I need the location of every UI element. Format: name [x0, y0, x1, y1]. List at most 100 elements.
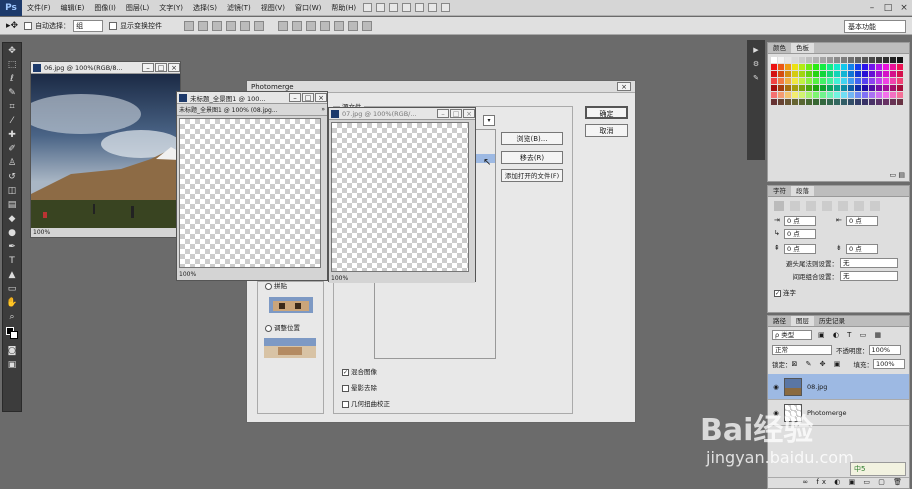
color-swatch[interactable] — [841, 92, 847, 98]
color-swatch[interactable] — [869, 78, 875, 84]
tab-color[interactable]: 颜色 — [768, 43, 791, 53]
align-left-icon[interactable] — [226, 20, 237, 31]
color-swatch[interactable] — [841, 85, 847, 91]
layer-row[interactable]: ◉ 08.jpg — [768, 374, 909, 400]
color-swatch[interactable] — [876, 99, 882, 105]
color-swatch[interactable] — [848, 64, 854, 70]
quick-select-tool-icon[interactable]: ✎ — [6, 87, 18, 99]
color-swatch[interactable] — [806, 64, 812, 70]
menu-window[interactable]: 窗口(W) — [290, 0, 326, 16]
color-swatch[interactable] — [848, 57, 854, 63]
zoom-status[interactable]: 100% — [177, 270, 327, 279]
space-after-field[interactable]: 0 点 — [846, 244, 878, 254]
color-swatch[interactable] — [813, 57, 819, 63]
color-swatch[interactable] — [897, 99, 903, 105]
color-swatch[interactable] — [841, 99, 847, 105]
tab-paths[interactable]: 路径 — [768, 316, 791, 326]
color-swatch[interactable] — [848, 85, 854, 91]
indent-left-field[interactable]: 0 点 — [784, 216, 816, 226]
color-swatch[interactable] — [897, 92, 903, 98]
color-swatch[interactable] — [883, 99, 889, 105]
color-swatch[interactable] — [876, 71, 882, 77]
color-swatch[interactable] — [806, 92, 812, 98]
color-swatch[interactable] — [778, 57, 784, 63]
color-swatch[interactable] — [778, 71, 784, 77]
layer-filter-dropdown[interactable]: ρ 类型 — [772, 330, 812, 340]
color-swatch[interactable] — [869, 99, 875, 105]
indent-right-field[interactable]: 0 点 — [846, 216, 878, 226]
menu-type[interactable]: 文字(Y) — [154, 0, 188, 16]
close-icon[interactable]: × — [168, 63, 180, 72]
blend-images-option[interactable]: ✓ 混合图像 — [342, 366, 377, 376]
distribute-icon[interactable] — [428, 3, 438, 12]
color-swatch[interactable] — [841, 57, 847, 63]
color-swatch[interactable] — [813, 92, 819, 98]
color-swatch[interactable] — [806, 57, 812, 63]
color-swatch[interactable] — [862, 92, 868, 98]
align-bottom-icon[interactable] — [212, 20, 223, 31]
color-swatch[interactable] — [799, 85, 805, 91]
mojikumi-dropdown[interactable]: 无 — [840, 271, 898, 281]
color-swatch[interactable] — [862, 57, 868, 63]
hyphenate-row[interactable]: ✓ 连字 — [768, 281, 909, 297]
geometric-distortion-checkbox[interactable] — [342, 400, 349, 408]
browse-button[interactable]: 浏览(B)... — [501, 132, 563, 145]
color-swatch[interactable] — [792, 78, 798, 84]
align-center-icon[interactable] — [240, 20, 251, 31]
tab-history[interactable]: 历史记录 — [814, 316, 850, 326]
color-swatch[interactable] — [778, 99, 784, 105]
color-swatch[interactable] — [785, 71, 791, 77]
play-icon[interactable]: ▶ — [747, 46, 765, 54]
color-swatch[interactable] — [876, 64, 882, 70]
justify-right-icon[interactable] — [854, 201, 864, 211]
visibility-eye-icon[interactable]: ◉ — [768, 383, 784, 391]
menu-layer[interactable]: 图层(L) — [121, 0, 154, 16]
color-swatch[interactable] — [771, 85, 777, 91]
color-swatch[interactable] — [855, 71, 861, 77]
shape-tool-icon[interactable]: ▭ — [6, 283, 18, 295]
align-top-icon[interactable] — [184, 20, 195, 31]
color-swatch[interactable] — [897, 85, 903, 91]
distribute-icon[interactable] — [306, 20, 317, 31]
color-swatch[interactable] — [827, 99, 833, 105]
color-swatch[interactable] — [820, 85, 826, 91]
color-swatch[interactable] — [771, 71, 777, 77]
color-swatch[interactable] — [834, 71, 840, 77]
auto-select-dropdown[interactable]: 组 — [73, 19, 104, 32]
color-swatch[interactable] — [841, 71, 847, 77]
eraser-tool-icon[interactable]: ◫ — [6, 185, 18, 197]
quick-mask-icon[interactable]: ◙ — [6, 345, 18, 357]
document-title-bar[interactable]: 未标题_全景图1 @ 100... – □ × — [177, 92, 327, 104]
color-swatch[interactable] — [848, 78, 854, 84]
color-swatch[interactable] — [778, 92, 784, 98]
minimize-icon[interactable]: – — [289, 93, 301, 102]
color-swatch[interactable] — [876, 57, 882, 63]
color-swatch[interactable] — [834, 57, 840, 63]
distribute-icon[interactable] — [320, 20, 331, 31]
pen-tool-icon[interactable]: ✒ — [6, 241, 18, 253]
color-swatch[interactable] — [869, 85, 875, 91]
tab-scroll-icon[interactable]: » — [321, 106, 327, 113]
color-swatch[interactable] — [876, 85, 882, 91]
lock-icons[interactable]: ⊠ ✎ ✥ ▣ — [792, 360, 844, 368]
distribute-icon[interactable] — [441, 3, 451, 12]
color-swatch[interactable] — [813, 78, 819, 84]
color-swatch[interactable] — [771, 78, 777, 84]
lasso-tool-icon[interactable]: ℓ — [6, 73, 18, 85]
marquee-tool-icon[interactable]: ⬚ — [6, 59, 18, 71]
menu-view[interactable]: 视图(V) — [256, 0, 290, 16]
color-swatch[interactable] — [834, 85, 840, 91]
color-swatch[interactable] — [841, 78, 847, 84]
color-swatch[interactable] — [778, 78, 784, 84]
color-swatch[interactable] — [792, 92, 798, 98]
color-swatch[interactable] — [771, 57, 777, 63]
dodge-tool-icon[interactable]: ● — [6, 227, 18, 239]
maximize-icon[interactable]: □ — [155, 63, 167, 72]
align-left-icon[interactable] — [774, 201, 784, 211]
remove-button[interactable]: 移去(R) — [501, 151, 563, 164]
justify-all-icon[interactable] — [870, 201, 880, 211]
add-open-files-button[interactable]: 添加打开的文件(F) — [501, 169, 563, 182]
fill-field[interactable]: 100% — [873, 359, 905, 369]
color-swatch[interactable] — [813, 64, 819, 70]
opacity-field[interactable]: 100% — [868, 345, 901, 355]
